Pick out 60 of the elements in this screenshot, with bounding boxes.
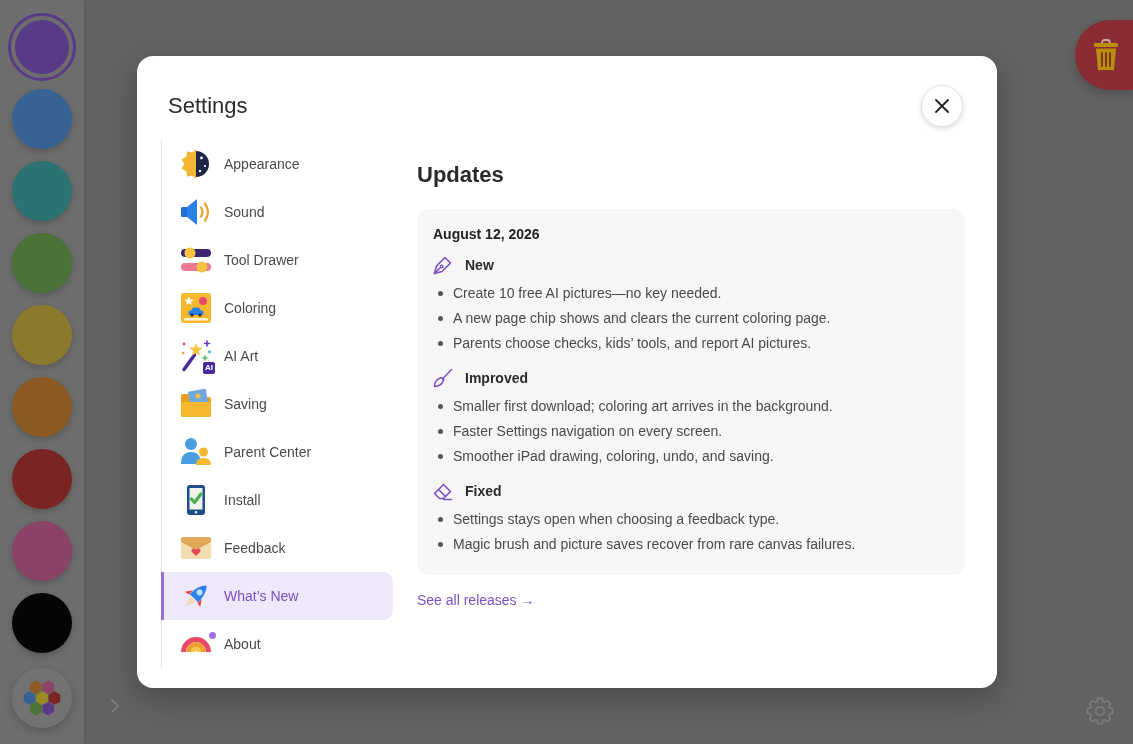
folder-icon [180, 388, 212, 420]
bullet-icon [438, 316, 443, 321]
release-note: Magic brush and picture saves recover from rare canvas failures. [453, 535, 856, 554]
people-icon [180, 436, 212, 468]
chevron-right-icon[interactable] [111, 699, 119, 713]
section-title: Improved [465, 369, 528, 387]
color-swatch[interactable] [12, 521, 72, 581]
nav-item[interactable]: Coloring [161, 284, 393, 332]
release-note: A new page chip shows and clears the current coloring page. [453, 309, 831, 328]
close-button[interactable] [921, 85, 963, 127]
bullet-icon [438, 404, 443, 409]
close-icon [935, 99, 949, 113]
section-title: New [465, 256, 494, 274]
color-swatch[interactable] [12, 233, 72, 293]
settings-icon[interactable] [1086, 697, 1114, 725]
rainbow-icon [181, 636, 211, 652]
hexagon-palette-button[interactable] [12, 668, 72, 728]
release-note: Smoother iPad drawing, coloring, undo, and saving. [453, 447, 774, 466]
nav-item[interactable]: Saving [161, 380, 393, 428]
release-date: August 12, 2026 [433, 225, 541, 243]
bullet-icon [438, 291, 443, 296]
nav-item[interactable]: Appearance [161, 140, 393, 188]
color-swatch[interactable] [12, 161, 72, 221]
updates-heading: Updates [417, 161, 504, 189]
eraser-icon [433, 481, 453, 501]
section-title: Fixed [465, 482, 502, 500]
magic-wand-icon [180, 340, 212, 372]
color-swatch[interactable] [12, 593, 72, 653]
bullet-icon [438, 517, 443, 522]
color-swatch[interactable] [12, 89, 72, 149]
release-note: Parents choose checks, kids’ tools, and report AI pictures. [453, 334, 812, 353]
paintbrush-icon [433, 368, 453, 388]
nav-item[interactable]: About [161, 620, 393, 668]
hexagon-cluster-icon [23, 680, 61, 716]
bullet-icon [438, 429, 443, 434]
bullet-icon [438, 542, 443, 547]
color-swatch[interactable] [12, 377, 72, 437]
nav-item[interactable]: Sound [161, 188, 393, 236]
sun-moon-icon [180, 148, 212, 180]
release-note: Settings stays open when choosing a feedback type. [453, 510, 780, 529]
color-swatch[interactable] [12, 305, 72, 365]
release-note: Create 10 free AI pictures—no key needed. [453, 284, 722, 303]
bullet-icon [438, 454, 443, 459]
speaker-icon [180, 196, 212, 228]
dialog-title: Settings [168, 92, 248, 120]
picture-card-icon [180, 292, 212, 324]
release-note: Smaller first download; coloring art arrives in the background. [453, 397, 833, 416]
bullet-icon [438, 341, 443, 346]
nav-item[interactable]: Parent Center [161, 428, 393, 476]
nav-item[interactable]: AI AI Art [161, 332, 393, 380]
color-swatch[interactable] [12, 449, 72, 509]
trash-button[interactable] [1075, 20, 1133, 90]
nav-item[interactable]: What’s New [161, 572, 393, 620]
release-note: Faster Settings navigation on every screen. [453, 422, 723, 441]
nav-item[interactable]: Install [161, 476, 393, 524]
pen-nib-icon [433, 255, 453, 275]
see-all-releases-link[interactable]: See all releases → [417, 591, 535, 609]
nav-item[interactable]: Tool Drawer [161, 236, 393, 284]
ai-badge: AI [203, 362, 215, 374]
trash-icon [1093, 39, 1119, 71]
